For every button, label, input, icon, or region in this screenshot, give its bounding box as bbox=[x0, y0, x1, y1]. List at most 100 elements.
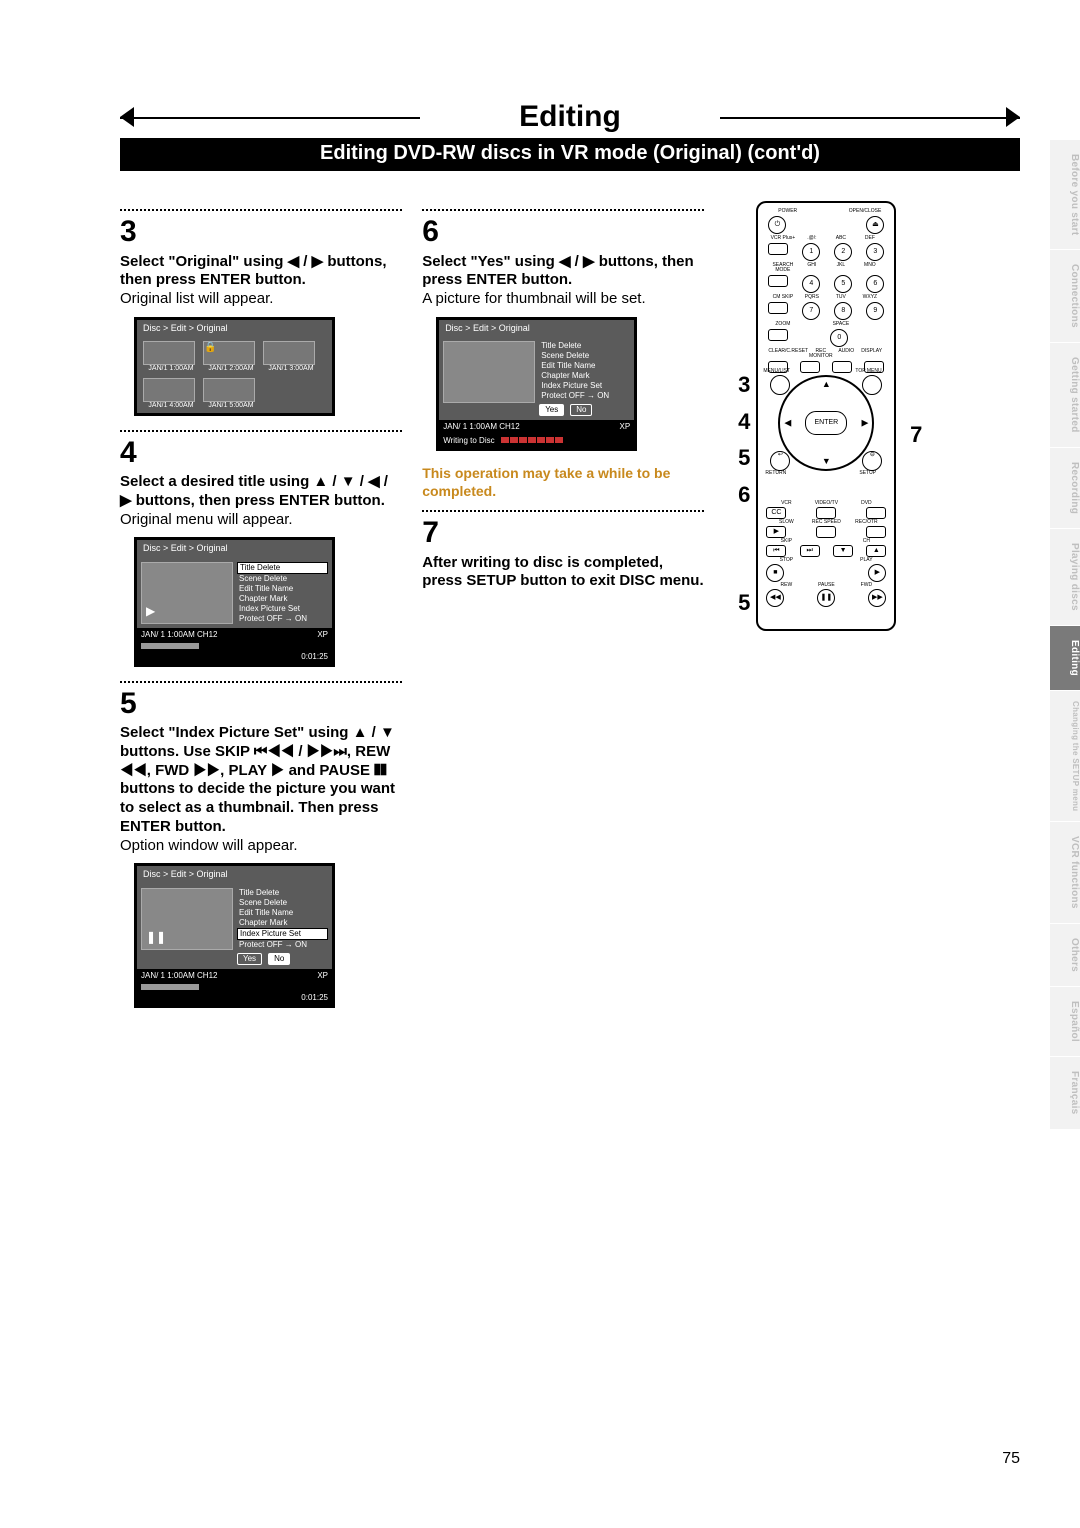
menu-item[interactable]: Chapter Mark bbox=[237, 594, 328, 604]
breadcrumb: Disc > Edit > Original bbox=[439, 320, 634, 337]
menu-item[interactable]: Edit Title Name bbox=[539, 361, 630, 371]
tab-getting-started[interactable]: Getting started bbox=[1050, 343, 1080, 448]
step-number: 4 bbox=[120, 434, 402, 472]
remote-label: POWER bbox=[768, 209, 807, 214]
tab-espanol[interactable]: Español bbox=[1050, 987, 1080, 1057]
menu-item[interactable]: Index Picture Set bbox=[539, 381, 630, 391]
menu-item[interactable]: Chapter Mark bbox=[237, 918, 328, 928]
edit-menu: Title Delete Scene Delete Edit Title Nam… bbox=[237, 884, 332, 969]
no-button[interactable]: No bbox=[570, 404, 592, 416]
thumb-label: JAN/1 1:00AM bbox=[143, 365, 199, 374]
tab-recording[interactable]: Recording bbox=[1050, 448, 1080, 529]
slow-button[interactable]: ▶ bbox=[766, 526, 786, 538]
remote-callouts-left: 3 4 5 6 5 bbox=[724, 201, 750, 626]
menu-item[interactable]: Scene Delete bbox=[237, 898, 328, 908]
title-thumbnail[interactable] bbox=[143, 341, 195, 365]
down-arrow-icon[interactable]: ▼ bbox=[822, 456, 831, 467]
searchmode-button[interactable] bbox=[768, 275, 788, 287]
setup-button[interactable]: ⊖SETUP bbox=[862, 451, 882, 471]
pause-button[interactable]: ❚❚ bbox=[817, 589, 835, 607]
power-button[interactable]: ⏻ bbox=[768, 216, 786, 234]
menu-item[interactable]: Protect OFF → ON bbox=[237, 940, 328, 950]
step-number: 5 bbox=[120, 685, 402, 723]
menu-item[interactable]: Protect OFF → ON bbox=[237, 614, 328, 624]
audio-button[interactable] bbox=[832, 361, 852, 373]
menu-item[interactable]: Edit Title Name bbox=[237, 584, 328, 594]
digit-button[interactable]: 6 bbox=[866, 275, 884, 293]
menu-item[interactable]: Chapter Mark bbox=[539, 371, 630, 381]
step-number: 7 bbox=[422, 514, 704, 552]
title-thumbnail[interactable] bbox=[143, 378, 195, 402]
fwd-button[interactable]: ▶▶ bbox=[868, 589, 886, 607]
videotv-button[interactable] bbox=[816, 507, 836, 519]
step-instruction: After writing to disc is completed, pres… bbox=[422, 554, 704, 592]
enter-button[interactable]: ENTER bbox=[805, 411, 847, 435]
status-mode: XP bbox=[620, 422, 631, 432]
step-result: A picture for thumbnail will be set. bbox=[422, 290, 704, 309]
thumb-label: JAN/1 5:00AM bbox=[203, 402, 259, 411]
digit-button[interactable]: 4 bbox=[802, 275, 820, 293]
cmskip-button[interactable] bbox=[768, 302, 788, 314]
title-thumbnail[interactable] bbox=[263, 341, 315, 365]
elapsed-bar: 0:01:25 bbox=[137, 650, 332, 664]
preview-pane: ▶ bbox=[141, 562, 233, 624]
recspeed-button[interactable] bbox=[816, 526, 836, 538]
zoom-button[interactable] bbox=[768, 329, 788, 341]
menu-item[interactable]: Title Delete bbox=[237, 562, 328, 574]
digit-button[interactable]: 0 bbox=[830, 329, 848, 347]
menu-item[interactable]: Index Picture Set bbox=[237, 928, 328, 940]
skip-prev-button[interactable]: ⏮ bbox=[766, 545, 786, 557]
tab-connections[interactable]: Connections bbox=[1050, 250, 1080, 343]
menu-item[interactable]: Title Delete bbox=[237, 888, 328, 898]
up-arrow-icon[interactable]: ▲ bbox=[822, 379, 831, 390]
rew-button[interactable]: ◀◀ bbox=[766, 589, 784, 607]
digit-button[interactable]: 7 bbox=[802, 302, 820, 320]
tab-others[interactable]: Others bbox=[1050, 924, 1080, 987]
digit-button[interactable]: 1 bbox=[802, 243, 820, 261]
play-button[interactable]: ▶ bbox=[868, 564, 886, 582]
tab-playing-discs[interactable]: Playing discs bbox=[1050, 529, 1080, 626]
digit-button[interactable]: 5 bbox=[834, 275, 852, 293]
recotr-button[interactable] bbox=[866, 526, 886, 538]
open-close-button[interactable]: ⏏ bbox=[866, 216, 884, 234]
menu-item[interactable]: Edit Title Name bbox=[237, 908, 328, 918]
digit-button[interactable]: 8 bbox=[834, 302, 852, 320]
skip-next-button[interactable]: ⏭ bbox=[800, 545, 820, 557]
menu-item[interactable]: Title Delete bbox=[539, 341, 630, 351]
tab-editing[interactable]: Editing bbox=[1050, 626, 1080, 691]
recmon-button[interactable] bbox=[800, 361, 820, 373]
tab-before-you-start[interactable]: Before you start bbox=[1050, 140, 1080, 250]
right-arrow-icon[interactable]: ▶ bbox=[861, 417, 868, 428]
digit-button[interactable]: 2 bbox=[834, 243, 852, 261]
vcrplus-button[interactable] bbox=[768, 243, 788, 255]
menu-item[interactable]: Protect OFF → ON bbox=[539, 391, 630, 401]
digit-button[interactable]: 9 bbox=[866, 302, 884, 320]
yes-button[interactable]: Yes bbox=[539, 404, 564, 416]
tab-vcr-functions[interactable]: VCR functions bbox=[1050, 822, 1080, 924]
tab-setup-menu[interactable]: Changing the SETUP menu bbox=[1050, 691, 1080, 822]
left-arrow-icon[interactable]: ◀ bbox=[784, 417, 791, 428]
divider-dotted bbox=[422, 209, 704, 211]
menu-item[interactable]: Index Picture Set bbox=[237, 604, 328, 614]
digit-button[interactable]: 3 bbox=[866, 243, 884, 261]
return-button[interactable]: ↩RETURN bbox=[770, 451, 790, 471]
dvd-button[interactable] bbox=[866, 507, 886, 519]
column-left: 3 Select "Original" using ◀ / ▶ buttons,… bbox=[120, 201, 402, 1022]
title-thumbnail[interactable] bbox=[203, 378, 255, 402]
ch-down-button[interactable]: ▼ bbox=[833, 545, 853, 557]
menulist-button[interactable]: MENU/LIST bbox=[770, 375, 790, 395]
status-left: JAN/ 1 1:00AM CH12 bbox=[141, 971, 217, 981]
yes-button[interactable]: Yes bbox=[237, 953, 262, 965]
topmenu-button[interactable]: TOP MENU bbox=[862, 375, 882, 395]
tab-francais[interactable]: Français bbox=[1050, 1057, 1080, 1130]
step-result: Original list will appear. bbox=[120, 290, 402, 309]
vcr-button[interactable]: CC bbox=[766, 507, 786, 519]
status-bar: JAN/ 1 1:00AM CH12 XP bbox=[439, 420, 634, 434]
stop-button[interactable]: ■ bbox=[766, 564, 784, 582]
menu-item[interactable]: Scene Delete bbox=[539, 351, 630, 361]
title-thumbnail[interactable] bbox=[203, 341, 255, 365]
ch-up-button[interactable]: ▲ bbox=[866, 545, 886, 557]
nav-wheel[interactable]: ▲ ▼ ◀ ▶ ENTER MENU/LIST TOP MENU ↩RETURN… bbox=[778, 375, 874, 471]
no-button[interactable]: No bbox=[268, 953, 290, 965]
menu-item[interactable]: Scene Delete bbox=[237, 574, 328, 584]
